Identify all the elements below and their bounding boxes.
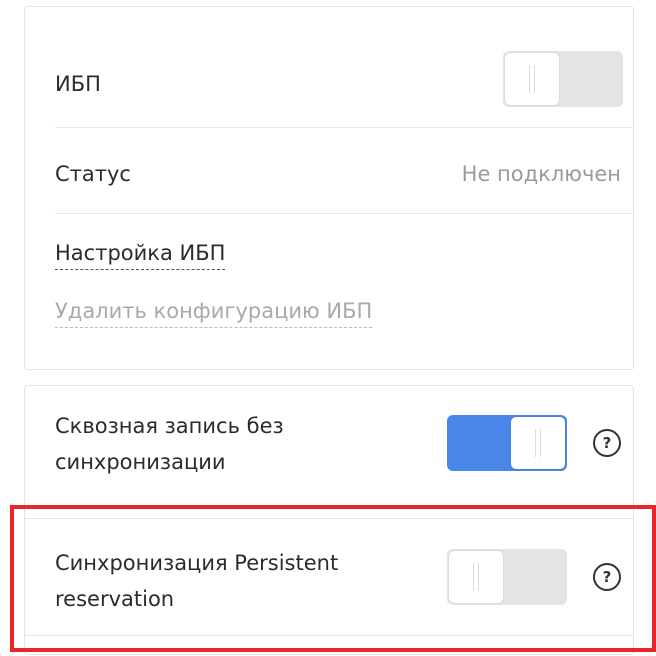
ups-title: ИБП xyxy=(55,72,101,96)
status-value: Не подключен xyxy=(461,162,621,186)
delete-ups-config-link[interactable]: Удалить конфигурацию ИБП xyxy=(55,295,373,328)
toggle-knob xyxy=(449,551,503,603)
question-circle-icon[interactable]: ? xyxy=(593,563,621,591)
divider xyxy=(55,213,633,214)
question-circle-icon[interactable]: ? xyxy=(593,429,621,457)
ups-settings-link[interactable]: Настройка ИБП xyxy=(55,237,226,270)
toggle-knob xyxy=(511,417,565,469)
persistent-reservation-label: Синхронизация Persistent reservation xyxy=(55,551,339,611)
writethrough-toggle[interactable] xyxy=(447,415,567,471)
persistent-reservation-row: Синхронизация Persistent reservation ? xyxy=(24,518,634,636)
divider xyxy=(55,127,633,128)
status-label: Статус xyxy=(55,162,131,186)
toggle-knob xyxy=(505,53,559,105)
ups-toggle[interactable] xyxy=(503,51,623,107)
ups-card: ИБП Статус Не подключен Настройка ИБП Уд… xyxy=(24,6,634,370)
writethrough-label: Сквозная запись без синхронизации xyxy=(55,414,284,474)
persistent-reservation-toggle[interactable] xyxy=(447,549,567,605)
